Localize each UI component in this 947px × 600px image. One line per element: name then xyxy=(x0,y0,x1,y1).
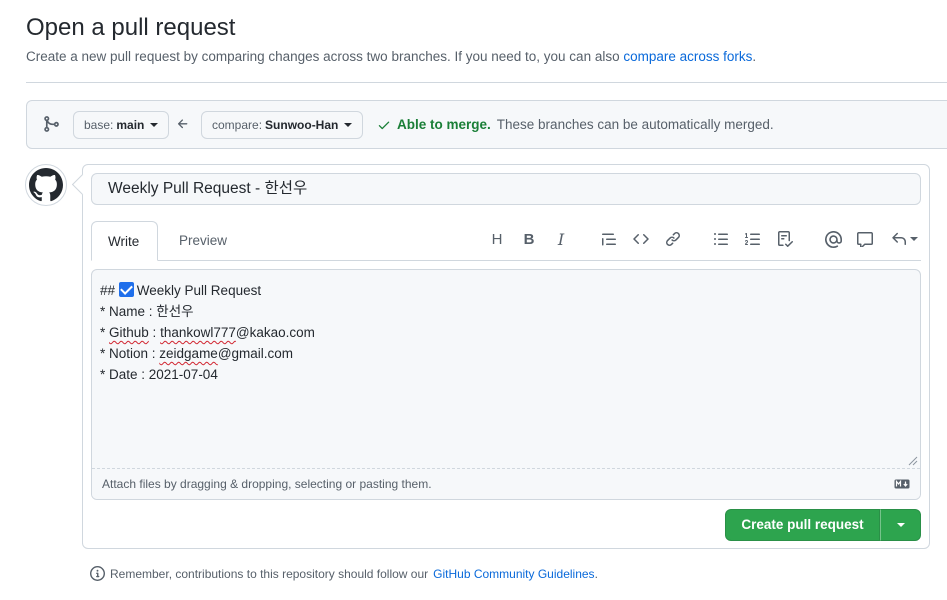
create-pull-request-button[interactable]: Create pull request xyxy=(725,509,880,541)
body-line-3-domain: @kakao.com xyxy=(235,325,315,340)
subtitle-text: Create a new pull request by comparing c… xyxy=(26,49,620,64)
page-subtitle: Create a new pull request by comparing c… xyxy=(26,49,756,64)
header-divider xyxy=(26,82,947,83)
arrow-left-icon xyxy=(177,119,188,129)
branch-range-bar: base: main compare: Sunwoo-Han Able to m… xyxy=(26,100,947,149)
attach-files-text: Attach files by dragging & dropping, sel… xyxy=(102,477,432,491)
community-guidelines-link[interactable]: GitHub Community Guidelines xyxy=(433,567,594,581)
subtitle-end: . xyxy=(752,49,757,64)
pr-title-input[interactable]: Weekly Pull Request - 한선우 xyxy=(91,173,921,205)
bulleted-list-icon[interactable] xyxy=(711,229,731,249)
body-line-1-text: Weekly Pull Request xyxy=(136,283,262,298)
pr-body-textarea[interactable]: ## Weekly Pull Request * Name : 한선우 * Gi… xyxy=(91,269,921,500)
mention-icon[interactable] xyxy=(823,229,843,249)
avatar[interactable] xyxy=(25,164,67,206)
body-line-2: * Name : 한선우 xyxy=(100,304,194,319)
pull-request-form: Weekly Pull Request - 한선우 Write Preview … xyxy=(82,164,930,549)
task-list-icon[interactable] xyxy=(775,229,795,249)
resize-handle-icon[interactable] xyxy=(908,456,918,466)
body-line-3-mid: : xyxy=(148,325,161,340)
chevron-down-icon xyxy=(344,123,353,127)
italic-button[interactable]: I xyxy=(551,229,571,249)
pr-body-content: ## Weekly Pull Request * Name : 한선우 * Gi… xyxy=(100,280,315,385)
footer-end: . xyxy=(594,566,598,581)
link-icon[interactable] xyxy=(663,229,683,249)
info-icon xyxy=(90,566,105,581)
body-line-4: * Notion : zeidgame@gmail.com xyxy=(100,343,315,364)
merge-ok-text: Able to merge. xyxy=(397,117,491,132)
code-icon[interactable] xyxy=(631,229,651,249)
github-mark-icon xyxy=(29,168,63,202)
markdown-icon[interactable] xyxy=(894,479,910,489)
page-title: Open a pull request xyxy=(26,14,236,41)
attach-files-bar[interactable]: Attach files by dragging & dropping, sel… xyxy=(92,468,920,499)
body-line-3-user: thankowl777 xyxy=(160,325,236,340)
footer-note: Remember, contributions to this reposito… xyxy=(90,566,598,581)
bold-button[interactable]: B xyxy=(519,229,539,249)
numbered-list-icon[interactable] xyxy=(743,229,763,249)
body-line-5: * Date : 2021-07-04 xyxy=(100,367,218,382)
body-line-1-prefix: ## xyxy=(100,283,119,298)
check-icon xyxy=(378,121,390,129)
body-line-1: ## Weekly Pull Request xyxy=(100,280,315,301)
check-mark-emoji-icon xyxy=(118,282,134,297)
tab-preview[interactable]: Preview xyxy=(163,221,243,261)
base-label: base: xyxy=(84,118,114,132)
quote-icon[interactable] xyxy=(599,229,619,249)
chevron-down-icon xyxy=(909,237,918,241)
chevron-down-icon xyxy=(896,523,905,527)
chevron-down-icon xyxy=(150,123,159,127)
body-line-4-user: zeidgame xyxy=(159,346,218,361)
body-line-4-domain: @gmail.com xyxy=(217,346,294,361)
create-options-dropdown[interactable] xyxy=(880,509,921,541)
body-line-4-prefix: * Notion : xyxy=(100,346,160,361)
compare-value: Sunwoo-Han xyxy=(265,118,339,132)
merge-desc-text: These branches can be automatically merg… xyxy=(496,117,774,132)
heading-button[interactable]: H xyxy=(487,229,507,249)
base-branch-select[interactable]: base: main xyxy=(73,111,170,139)
body-line-3: * Github : thankowl777@kakao.com xyxy=(100,322,315,343)
reference-icon[interactable] xyxy=(855,229,875,249)
compare-branch-select[interactable]: compare: Sunwoo-Han xyxy=(201,111,364,139)
compare-label: compare: xyxy=(212,118,263,132)
compare-branches-icon xyxy=(44,116,59,132)
reply-icon[interactable] xyxy=(889,229,919,249)
merge-status: Able to merge. These branches can be aut… xyxy=(377,117,774,132)
body-line-3-prefix: * xyxy=(100,325,110,340)
footer-text: Remember, contributions to this reposito… xyxy=(110,566,429,581)
tab-write[interactable]: Write xyxy=(91,221,158,261)
body-line-3-word: Github xyxy=(109,325,149,340)
base-value: main xyxy=(116,118,145,132)
compare-across-forks-link[interactable]: compare across forks xyxy=(623,49,752,64)
